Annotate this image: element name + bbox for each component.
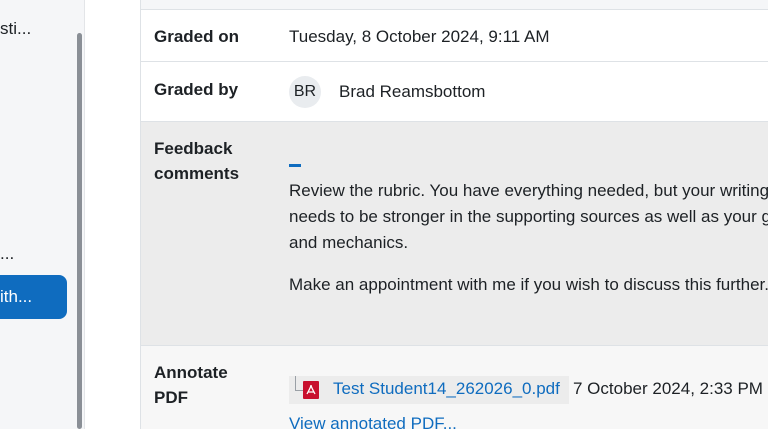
feedback-line: Review the rubric. You have everything n…: [289, 181, 768, 200]
annotate-pdf-row: Annotate PDF Test Student14_262026_0.pdf…: [141, 346, 768, 433]
pdf-file-icon: [303, 381, 319, 399]
sidebar-item[interactable]: ...: [0, 244, 14, 264]
file-date: 7 October 2024, 2:33 PM: [573, 379, 763, 398]
sidebar-item[interactable]: sti...: [0, 19, 31, 39]
feedback-comments-row: Feedback comments Review the rubric. You…: [141, 122, 768, 346]
course-index-sidebar: sti... ... ith...: [0, 0, 85, 429]
graded-on-value: Tuesday, 8 October 2024, 9:11 AM: [289, 27, 550, 46]
sidebar-scrollbar[interactable]: [77, 33, 82, 429]
graded-on-label: Graded on: [154, 27, 240, 46]
collapse-toggle[interactable]: [289, 164, 301, 167]
feedback-comment-text: Review the rubric. You have everything n…: [289, 178, 768, 298]
feedback-table: Graded on Tuesday, 8 October 2024, 9:11 …: [140, 0, 768, 433]
graded-on-row: Graded on Tuesday, 8 October 2024, 9:11 …: [141, 10, 768, 62]
graded-by-row: Graded by BR Brad Reamsbottom: [141, 62, 768, 122]
annotate-pdf-label: Annotate PDF: [154, 363, 228, 407]
grader-name[interactable]: Brad Reamsbottom: [339, 82, 485, 102]
feedback-line: and mechanics.: [289, 233, 409, 252]
table-row: [141, 0, 768, 10]
graded-by-label: Graded by: [154, 80, 239, 99]
file-entry: Test Student14_262026_0.pdf: [289, 376, 569, 404]
content-gutter: [85, 0, 140, 429]
view-annotated-pdf-link[interactable]: View annotated PDF...: [289, 414, 457, 434]
feedback-line: needs to be stronger in the supporting s…: [289, 207, 768, 226]
feedback-comments-label: Feedback comments: [154, 139, 240, 183]
avatar[interactable]: BR: [289, 76, 321, 108]
pdf-file-link[interactable]: Test Student14_262026_0.pdf: [333, 379, 560, 399]
feedback-line: Make an appointment with me if you wish …: [289, 275, 768, 294]
sidebar-item-active[interactable]: ith...: [0, 275, 67, 319]
